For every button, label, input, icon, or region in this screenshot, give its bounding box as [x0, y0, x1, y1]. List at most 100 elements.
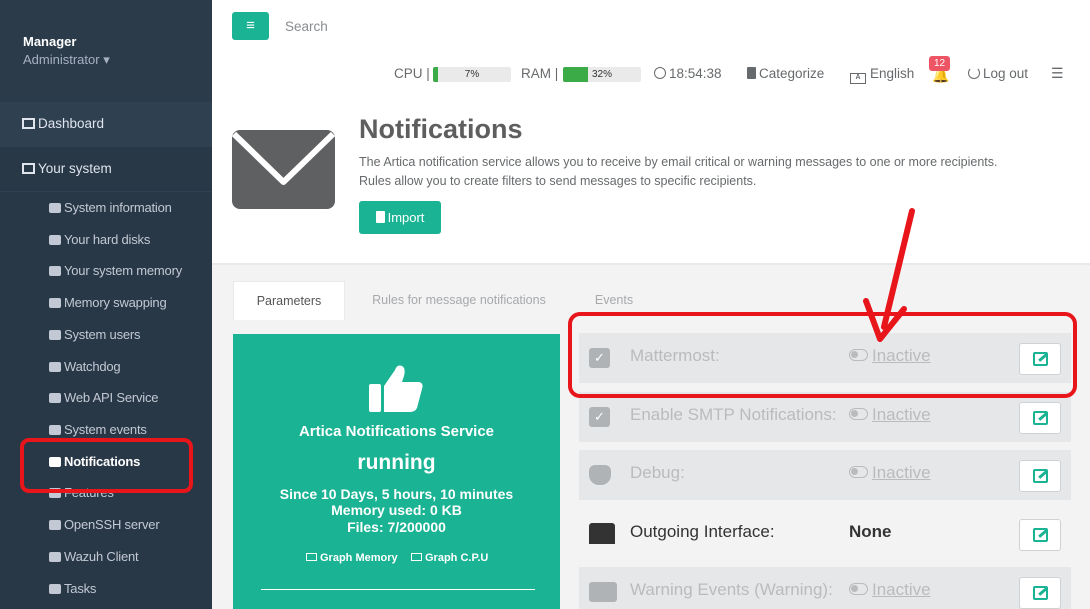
server-icon	[49, 298, 61, 308]
param-row-outgoing-interface: Outgoing Interface: None	[579, 509, 1071, 559]
ram-label: RAM |	[521, 66, 559, 81]
import-button[interactable]: Import	[359, 201, 441, 234]
import-icon	[375, 211, 385, 223]
import-label: Import	[387, 210, 425, 225]
bug-icon	[589, 465, 611, 485]
sidebar-item-memory-swapping[interactable]: Memory swapping	[49, 292, 167, 314]
param-value: None	[849, 522, 892, 541]
sidebar-item-label: Wazuh Client	[64, 549, 139, 564]
edit-button[interactable]	[1019, 460, 1061, 492]
tasks-list-icon[interactable]: ☰	[1051, 65, 1064, 82]
service-title: Artica Notifications Service	[298, 423, 495, 440]
param-label: Warning Events (Warning):	[630, 580, 833, 599]
users-icon	[49, 330, 61, 340]
sidebar-item-wazuh-client[interactable]: Wazuh Client	[49, 546, 139, 568]
warning-icon	[589, 582, 617, 602]
categorize-label: Categorize	[759, 66, 825, 81]
sidebar-item-label: Tasks	[64, 581, 97, 596]
sidebar-item-system-users[interactable]: System users	[49, 324, 141, 346]
sidebar-item-label: System events	[64, 422, 147, 437]
sidebar-item-system-information[interactable]: System information	[49, 197, 172, 219]
sidebar-item-label: Watchdog	[64, 359, 121, 374]
edit-icon	[1033, 411, 1048, 425]
page-title: Notifications	[359, 114, 523, 144]
dog-icon	[49, 362, 61, 372]
language-icon: A	[850, 73, 866, 84]
memory-icon	[49, 266, 61, 276]
eye-icon	[49, 425, 61, 435]
sidebar-item-label: Your hard disks	[64, 232, 151, 247]
edit-icon	[1033, 586, 1048, 600]
edit-button[interactable]	[1019, 519, 1061, 551]
edit-button[interactable]	[1019, 577, 1061, 609]
server-icon	[22, 163, 35, 174]
user-role-dropdown[interactable]: Administrator ▾	[23, 52, 212, 68]
sidebar-submenu: System information Your hard disks Your …	[0, 192, 212, 609]
categorize-link[interactable]: Categorize	[747, 65, 824, 83]
language-selector[interactable]: A English	[850, 65, 915, 84]
cpu-value: 7%	[464, 69, 480, 80]
clock-icon	[654, 67, 666, 79]
sidebar-item-dashboard[interactable]: Dashboard	[0, 102, 212, 146]
page-description-line2: Rules allow you to create filters to sen…	[359, 174, 757, 188]
toggle-off-icon	[849, 466, 868, 478]
sidebar-item-openssh-server[interactable]: OpenSSH server	[49, 514, 160, 536]
server-icon	[49, 203, 61, 213]
graph-cpu-label: Graph C.P.U	[425, 552, 489, 564]
system-clock: 18:54:38	[654, 65, 722, 83]
service-memory: Memory used: 0 KB	[331, 502, 462, 518]
page-description-line1: The Artica notification service allows y…	[359, 155, 998, 169]
graph-memory-label: Graph Memory	[320, 552, 398, 564]
toggle-off-icon	[849, 408, 868, 420]
graph-cpu-link[interactable]: Graph C.P.U	[411, 552, 488, 564]
sidebar-item-label: Memory swapping	[64, 295, 167, 310]
param-label: Outgoing Interface:	[630, 522, 775, 541]
sidebar-item-web-api-service[interactable]: Web API Service	[49, 387, 159, 409]
service-status: running	[357, 451, 436, 474]
sidebar-item-watchdog[interactable]: Watchdog	[49, 356, 121, 378]
param-value: Inactive	[872, 463, 931, 482]
param-row-warning-events: Warning Events (Warning): Inactive	[579, 567, 1071, 609]
terminal-icon	[49, 520, 61, 530]
param-row-debug: Debug: Inactive	[579, 450, 1071, 500]
sidebar-item-label: OpenSSH server	[64, 517, 160, 532]
search-input[interactable]	[285, 15, 585, 37]
service-status-card: Artica Notifications Service running Sin…	[233, 334, 560, 609]
param-toggle[interactable]: Inactive	[849, 405, 931, 425]
hdd-icon	[49, 235, 61, 245]
param-value: Inactive	[872, 580, 931, 599]
menu-toggle-button[interactable]: ≡	[232, 12, 269, 40]
power-icon	[968, 67, 980, 79]
logout-label: Log out	[983, 66, 1029, 81]
envelope-icon	[232, 130, 335, 209]
param-value: Inactive	[872, 405, 931, 424]
tab-rules[interactable]: Rules for message notifications	[356, 281, 562, 320]
graph-memory-link[interactable]: Graph Memory	[306, 552, 398, 564]
edit-button[interactable]	[1019, 402, 1061, 434]
sidebar-item-tasks[interactable]: Tasks	[49, 578, 96, 600]
param-toggle[interactable]: Inactive	[849, 463, 931, 483]
language-label: English	[870, 66, 915, 81]
user-profile: Manager Administrator ▾	[0, 0, 212, 102]
sidebar-item-your-system[interactable]: Your system	[0, 147, 212, 191]
mattermost-annotation-box	[568, 312, 1077, 398]
sidebar-item-label: Web API Service	[64, 390, 159, 405]
sidebar-item-label: System users	[64, 327, 141, 342]
sidebar-item-label: Your system memory	[64, 263, 183, 278]
sidebar-item-label: Dashboard	[38, 116, 105, 131]
notifications-count-badge: 12	[929, 56, 950, 71]
tab-parameters[interactable]: Parameters	[233, 281, 345, 320]
sidebar-item-hard-disks[interactable]: Your hard disks	[49, 229, 150, 251]
logout-link[interactable]: Log out	[968, 65, 1028, 83]
sidebar-item-label: System information	[64, 200, 172, 215]
sidebar-item-system-memory[interactable]: Your system memory	[49, 260, 182, 282]
service-uptime: Since 10 Days, 5 hours, 10 minutes	[279, 486, 514, 502]
memory-icon	[306, 553, 317, 561]
param-toggle[interactable]: Inactive	[849, 580, 931, 600]
clock-time: 18:54:38	[669, 66, 722, 81]
ram-label-text: RAM	[521, 66, 551, 81]
cpu-label: CPU |	[394, 66, 430, 81]
user-name: Manager	[23, 34, 77, 49]
wazuh-icon	[49, 552, 61, 562]
sidebar-item-label: Your system	[38, 161, 112, 176]
